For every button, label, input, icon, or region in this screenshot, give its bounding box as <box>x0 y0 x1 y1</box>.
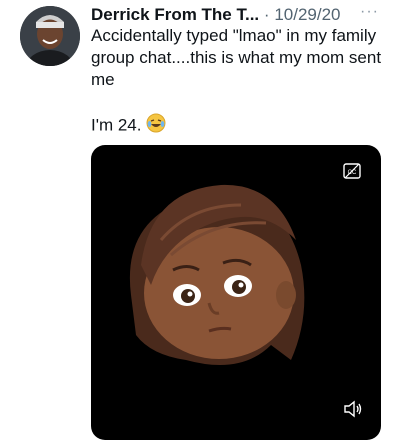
tweet-text-line-1: Accidentally typed "lmao" in my family g… <box>91 26 382 89</box>
author-name[interactable]: Derrick From The T... <box>91 5 259 24</box>
avatar-image <box>20 6 80 66</box>
laughing-tears-emoji-icon <box>146 113 166 139</box>
memoji-face-image <box>129 184 305 365</box>
tweet-media-video[interactable]: CC <box>91 145 381 440</box>
more-options-icon[interactable]: ··· <box>360 3 379 21</box>
tweet-text-2: I'm 24. <box>91 115 142 135</box>
header-separator: · <box>263 5 270 24</box>
avatar[interactable] <box>20 6 80 66</box>
tweet-date[interactable]: 10/29/20 <box>274 5 340 24</box>
volume-icon[interactable] <box>343 400 363 418</box>
tweet-text-line-2: I'm 24. <box>91 113 166 139</box>
tweet-header: Derrick From The T... · 10/29/20 <box>91 4 391 26</box>
tweet-text: Accidentally typed "lmao" in my family g… <box>91 25 391 91</box>
closed-captions-icon[interactable]: CC <box>343 163 361 179</box>
